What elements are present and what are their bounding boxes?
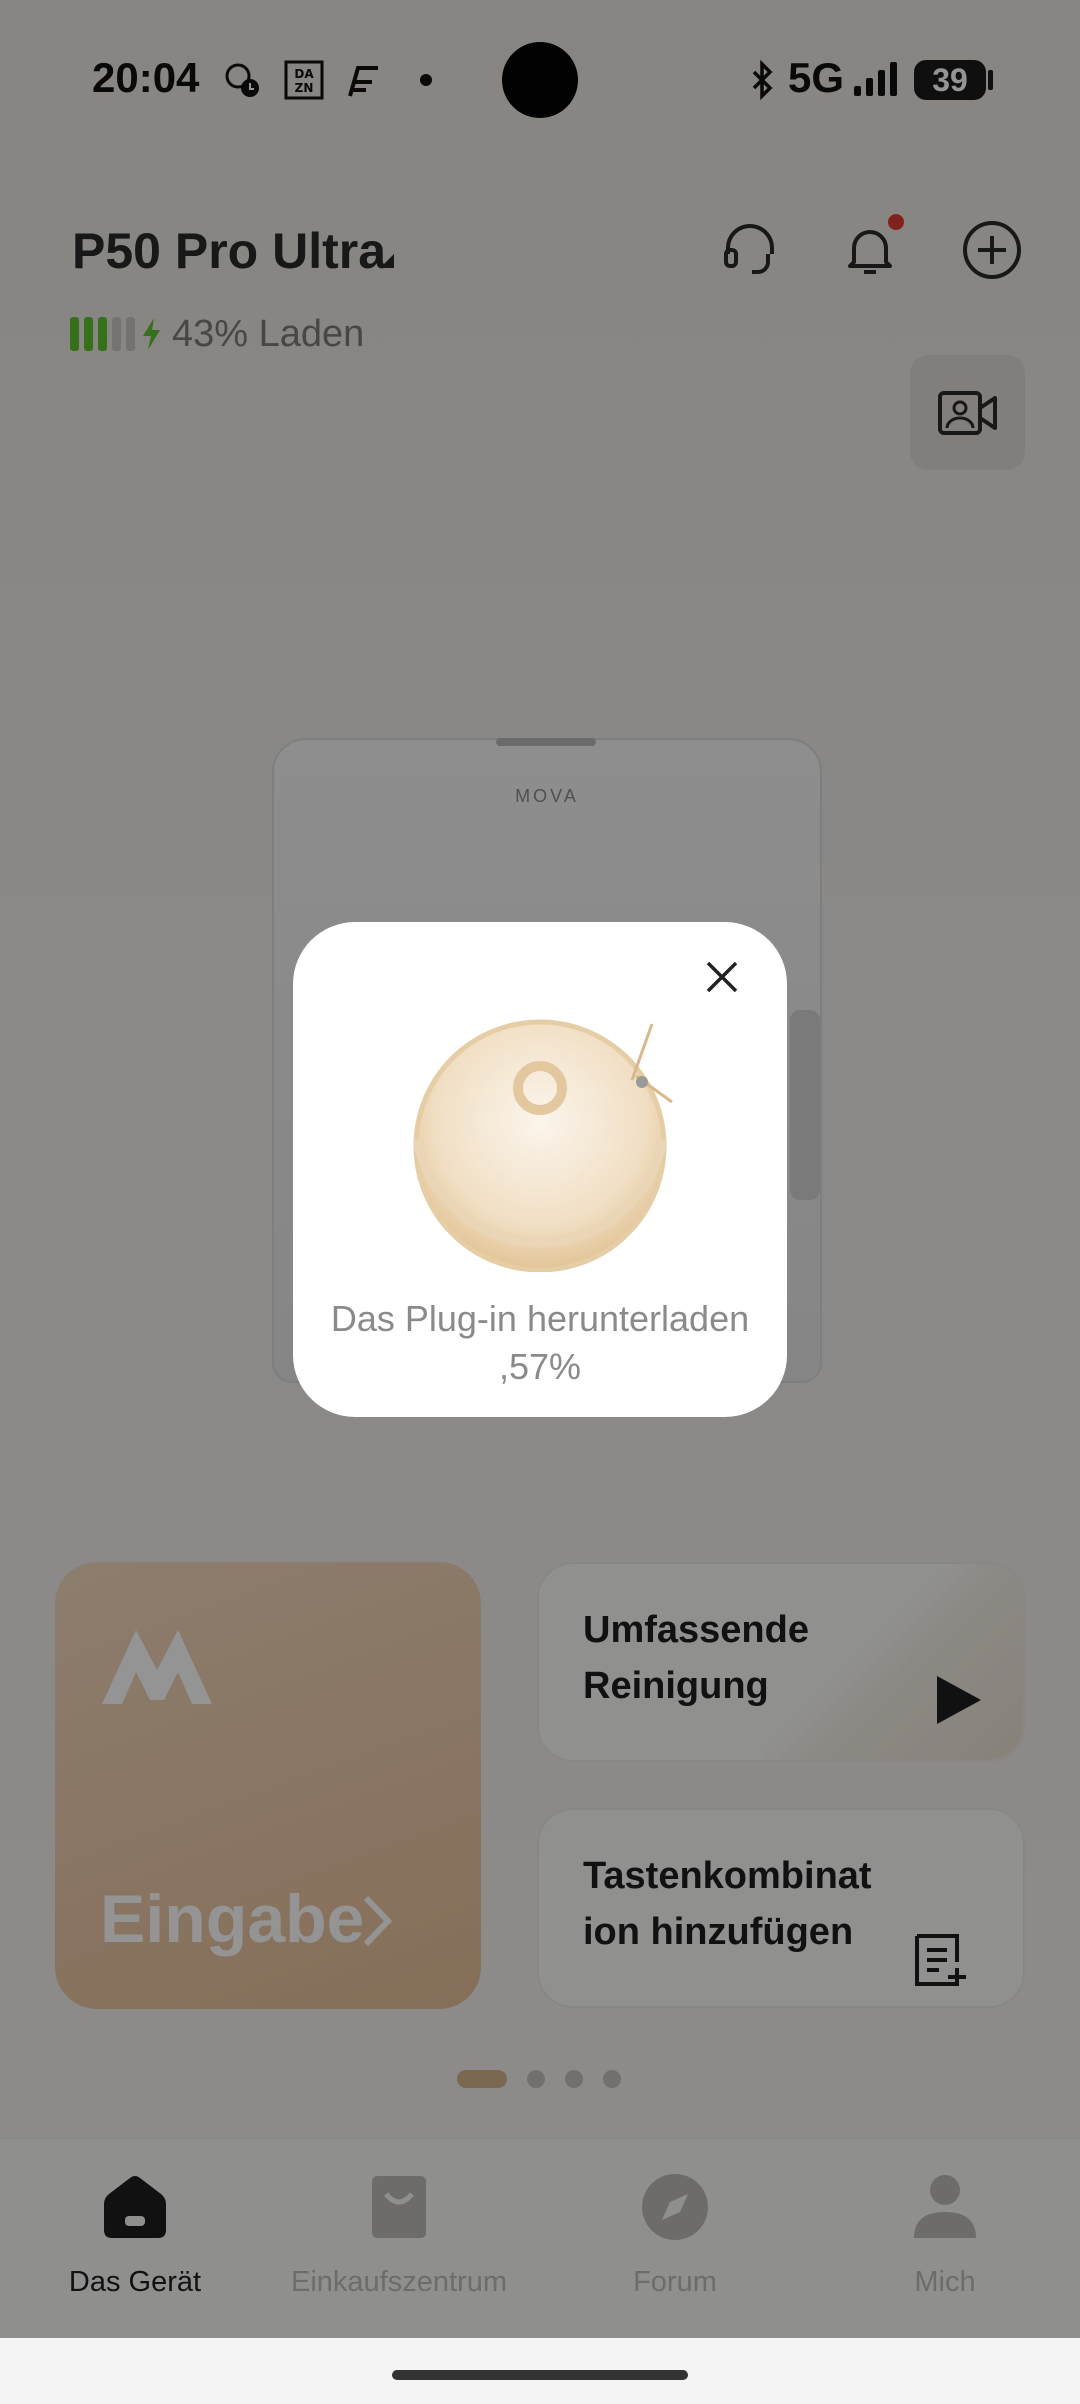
close-icon[interactable] [700, 955, 744, 999]
download-progress-text: Das Plug-in herunterladen ,57% [330, 1298, 750, 1387]
robot-vacuum-image [413, 1019, 673, 1272]
home-indicator[interactable] [392, 2370, 688, 2380]
